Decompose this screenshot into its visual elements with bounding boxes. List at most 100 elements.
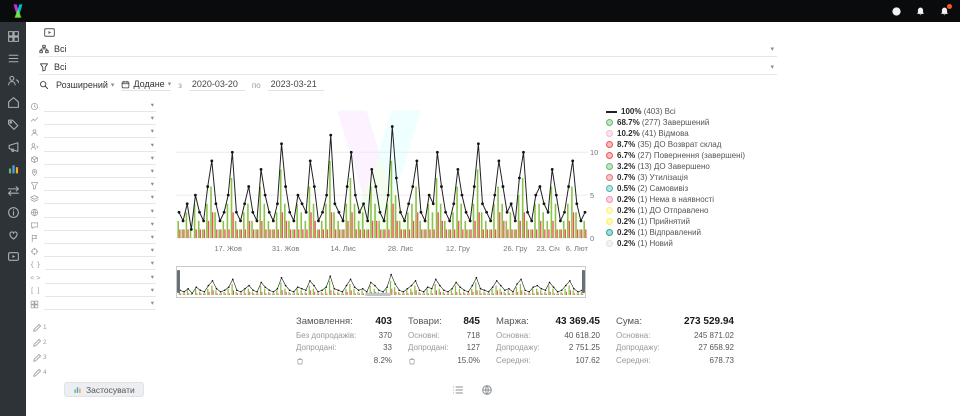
navigator-left-handle[interactable]	[177, 270, 180, 293]
search-icon[interactable]	[39, 80, 49, 90]
legend-color-swatch	[606, 207, 613, 214]
filter-row-3-select[interactable]: ▾	[44, 127, 156, 138]
filter-row-14: < >▾	[30, 271, 156, 284]
filter-row-1-select[interactable]: ▾	[44, 101, 156, 112]
navigator-right-handle[interactable]	[582, 270, 585, 293]
stat-row: 8.2%	[296, 355, 392, 367]
chevron-down-icon: ▾	[151, 154, 156, 164]
filter-row-10-select[interactable]: ▾	[44, 220, 156, 231]
filter-row-5-select[interactable]: ▾	[44, 154, 156, 165]
saved-filter-3[interactable]: 3	[30, 348, 156, 363]
legend-color-swatch	[606, 119, 613, 126]
app-logo-icon[interactable]	[10, 3, 26, 19]
legend-item[interactable]: 10.2% (41) Відмова	[606, 128, 745, 139]
filter-row-7-select[interactable]: ▾	[44, 180, 156, 191]
chevron-down-icon: ▾	[770, 63, 777, 71]
chevron-down-icon: ▾	[770, 45, 777, 53]
filter-row-13: { } ▾	[30, 258, 156, 271]
filter-row-16: ▾	[30, 298, 156, 311]
box-icon	[30, 155, 39, 164]
filter-row-8-select[interactable]: ▾	[44, 193, 156, 204]
bell-icon[interactable]	[938, 5, 950, 17]
legend-item[interactable]: 68.7% (277) Завершений	[606, 117, 745, 128]
apply-button[interactable]: Застосувати	[64, 382, 144, 397]
legend-item[interactable]: 100% (403) Всі	[606, 106, 745, 117]
date-from-input[interactable]: 2020-03-20	[189, 79, 245, 91]
saved-filter-1[interactable]: 1	[30, 318, 156, 333]
rail-support[interactable]	[3, 225, 23, 244]
group-filter-select[interactable]: Всі ▾	[39, 41, 777, 57]
saved-filter-2[interactable]: 2	[30, 333, 156, 348]
legend-item[interactable]: 8.7% (35) ДО Возврат склад	[606, 139, 745, 150]
help-icon[interactable]	[890, 5, 902, 17]
legend-item[interactable]: 0.2% (1) Новий	[606, 238, 745, 249]
bracketsq-icon: [ ]	[30, 287, 40, 295]
rail-marketing[interactable]	[3, 137, 23, 156]
search-mode-select[interactable]: Розширений ▾	[56, 80, 114, 90]
chevron-down-icon: ▾	[151, 259, 156, 269]
saved-filter-4[interactable]: 4	[30, 363, 156, 378]
globe-view-icon[interactable]	[481, 384, 493, 396]
filter-row-9-select[interactable]: ▾	[44, 207, 156, 218]
filter-row-15-select[interactable]: ▾	[45, 286, 156, 297]
calendar-icon	[121, 80, 130, 89]
pencil-icon	[32, 353, 42, 363]
legend-item[interactable]: 3.2% (13) ДО Завершено	[606, 161, 745, 172]
filter-row-10: ▾	[30, 219, 156, 232]
video-help-icon[interactable]	[43, 26, 56, 42]
stat-row: Основні:718	[408, 330, 480, 342]
search-row: Розширений ▾ Додане ▾ з 2020-03-20 по 20…	[39, 79, 324, 91]
legend-item[interactable]: 0.2% (1) ДО Отправлено	[606, 205, 745, 216]
filter-row-12-select[interactable]: ▾	[44, 246, 156, 257]
rail-dashboard[interactable]	[3, 27, 23, 46]
filter-row-13-select[interactable]: ▾	[45, 259, 156, 270]
rail-tags[interactable]	[3, 115, 23, 134]
rail-store[interactable]	[3, 93, 23, 112]
filter-row-15: [ ] ▾	[30, 285, 156, 298]
legend-item[interactable]: 0.7% (3) Утилізація	[606, 172, 745, 183]
legend-item[interactable]: 0.5% (2) Самовивіз	[606, 183, 745, 194]
customers-icon	[30, 142, 39, 151]
user-icon	[30, 128, 39, 137]
rail-customers[interactable]	[3, 71, 23, 90]
stat-row: Середня:678.73	[616, 355, 734, 367]
filter-row-14-select[interactable]: ▾	[45, 273, 156, 284]
rail-info[interactable]	[3, 203, 23, 222]
legend-item[interactable]: 0.2% (1) Нема в наявності	[606, 194, 745, 205]
rail-integrations[interactable]	[3, 181, 23, 200]
filter-row-4-select[interactable]: ▾	[44, 141, 156, 152]
list-view-icon[interactable]	[452, 384, 464, 396]
navigator-scroll-thumb[interactable]	[365, 293, 391, 296]
legend-item[interactable]: 6.7% (27) Повернення (завершені)	[606, 150, 745, 161]
status-filter-select[interactable]: Всі ▾	[39, 59, 777, 75]
legend-item[interactable]: 0.2% (1) Відправлений	[606, 227, 745, 238]
legend-item[interactable]: 0.2% (1) Прийнятий	[606, 216, 745, 227]
chevron-down-icon: ▾	[151, 114, 156, 124]
chevron-down-icon: ▾	[151, 141, 156, 151]
chevron-down-icon: ▾	[151, 180, 156, 190]
filter-row-6-select[interactable]: ▾	[44, 167, 156, 178]
chart-navigator[interactable]	[176, 266, 586, 298]
rail-analytics[interactable]	[3, 159, 23, 178]
date-field-select[interactable]: Додане ▾	[121, 79, 171, 91]
funnel-icon	[30, 181, 39, 190]
y-axis-tick: 5	[590, 191, 594, 200]
stat-group-4: Сума:273 529.94Основна:245 871.02Допрода…	[616, 316, 734, 367]
filter-row-4: ▾	[30, 140, 156, 153]
rail-orders[interactable]	[3, 49, 23, 68]
notification-badge	[946, 3, 953, 10]
y-axis-tick: 0	[590, 234, 594, 243]
date-to-input[interactable]: 2023-03-21	[268, 79, 324, 91]
bag-icon	[296, 357, 304, 365]
orders-chart[interactable]	[176, 112, 588, 240]
filter-row-11-select[interactable]: ▾	[44, 233, 156, 244]
filter-row-2-select[interactable]: ▾	[44, 114, 156, 125]
chevron-down-icon: ▾	[168, 80, 172, 88]
stat-row: Середня:107.62	[496, 355, 600, 367]
bell-icon[interactable]	[914, 5, 926, 17]
braces-icon: { }	[30, 261, 40, 269]
chevron-down-icon: ▾	[151, 127, 156, 137]
filter-row-16-select[interactable]: ▾	[44, 299, 156, 310]
rail-video[interactable]	[3, 247, 23, 266]
chevron-down-icon: ▾	[151, 220, 156, 230]
